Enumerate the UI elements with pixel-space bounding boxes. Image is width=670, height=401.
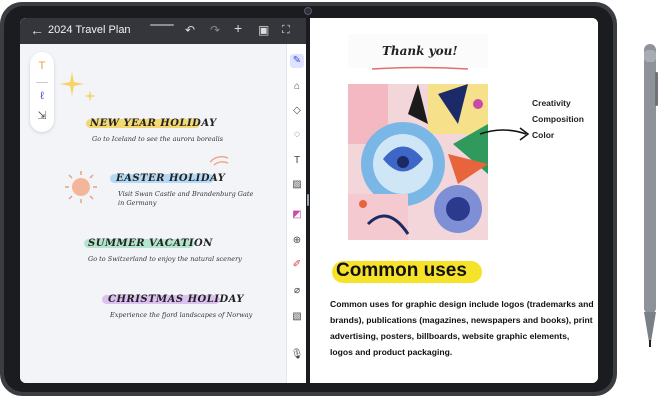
holiday-description: Experience the fjord landscapes of Norwa… [110, 311, 253, 319]
arrow-icon [479, 127, 530, 141]
collapse-icon[interactable]: ⇲ [34, 108, 50, 124]
underline-stroke [371, 66, 469, 70]
image-icon[interactable]: ▨ [290, 178, 304, 192]
document-pane[interactable]: Thank you! Creativity Composition Color … [310, 18, 598, 383]
annotation-color: Color [532, 130, 555, 140]
abstract-artwork [348, 84, 488, 240]
zoom-icon[interactable]: ⊕ [290, 234, 304, 248]
redo-icon[interactable]: ↷ [210, 23, 220, 37]
holiday-description: Go to Iceland to see the aurora borealis [92, 135, 224, 143]
window-drag-handle[interactable] [150, 24, 174, 26]
fullscreen-icon[interactable]: ⛶ [282, 23, 290, 37]
holiday-title: SUMMER VACATION [88, 238, 213, 249]
floating-toolbox: T ℓ ⇲ [30, 52, 54, 132]
stylus-pen [644, 44, 658, 347]
holiday-title: CHRISTMAS HOLIDAY [108, 294, 245, 305]
holiday-description: Visit Swan Castle and Brandenburg Gate i… [118, 190, 254, 207]
thank-you-text: Thank you! [382, 44, 458, 58]
holiday-description: Go to Switzerland to enjoy the natural s… [88, 255, 242, 263]
annotation-creativity: Creativity [532, 98, 571, 108]
front-camera [304, 7, 312, 15]
tablet-screen: ← 2024 Travel Plan ↶ ↷ + ▣ ⛶ T ℓ ⇲ NEW Y… [20, 18, 598, 383]
holiday-title: NEW YEAR HOLIDAY [90, 118, 217, 129]
split-view-icon[interactable]: ▣ [258, 23, 269, 37]
back-arrow-icon[interactable]: ← [30, 22, 44, 38]
add-icon[interactable]: + [234, 21, 242, 35]
sparkle-icon [60, 72, 96, 102]
shape-icon[interactable]: ◩ [290, 208, 304, 222]
divider-grip[interactable] [307, 194, 309, 206]
wind-doodle-icon [209, 155, 229, 166]
highlighter-tool-icon[interactable]: ⌂ [290, 80, 304, 94]
section-heading: Common uses [336, 260, 467, 281]
color-picker-icon[interactable]: ✐ [290, 258, 304, 272]
body-paragraph: Common uses for graphic design include l… [330, 299, 594, 357]
pen-off-icon[interactable]: ⌀ [290, 284, 304, 298]
background-pattern-icon[interactable]: ▧ [290, 310, 304, 324]
note-title: 2024 Travel Plan [48, 24, 131, 36]
text-box-icon[interactable]: T [290, 154, 304, 168]
microphone-icon[interactable]: 🎙 [290, 348, 304, 362]
notes-top-bar: ← 2024 Travel Plan ↶ ↷ + ▣ ⛶ [20, 18, 306, 44]
holiday-title: EASTER HOLIDAY [116, 173, 226, 184]
undo-icon[interactable]: ↶ [185, 23, 195, 37]
sun-doodle-icon [65, 171, 97, 203]
lasso-icon[interactable]: ◌ [290, 128, 304, 142]
notes-pane[interactable]: ← 2024 Travel Plan ↶ ↷ + ▣ ⛶ T ℓ ⇲ NEW Y… [20, 18, 307, 383]
pen-tool-icon[interactable]: ✎ [290, 54, 304, 68]
eraser-icon[interactable]: ◇ [290, 104, 304, 118]
tool-strip: ✎ ⌂ ◇ ◌ T ▨ ◩ ⊕ ✐ ⌀ ▧ 🎙 [286, 44, 307, 383]
pen-color-icon[interactable]: ℓ [34, 88, 50, 104]
highlighter-icon[interactable]: T [34, 58, 50, 74]
annotation-composition: Composition [532, 114, 584, 124]
